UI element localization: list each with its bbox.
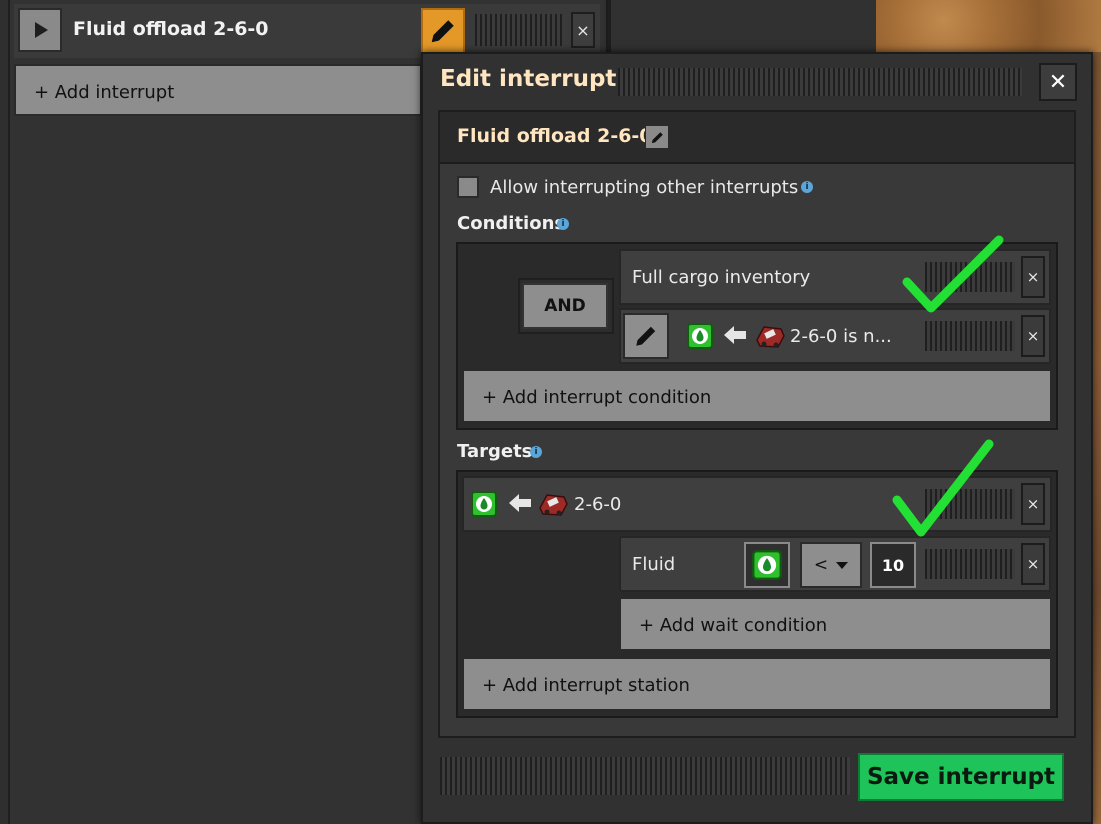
targets-heading: Targets <box>457 441 533 462</box>
fluid-tank-icon <box>752 550 782 580</box>
drag-handle[interactable] <box>925 262 1015 292</box>
add-interrupt-button[interactable]: + Add interrupt <box>14 64 422 116</box>
drag-handle[interactable] <box>925 489 1015 519</box>
arrow-left-icon <box>509 494 531 512</box>
play-icon <box>35 22 48 38</box>
play-button[interactable] <box>18 8 62 52</box>
drag-handle[interactable] <box>925 549 1015 579</box>
add-interrupt-condition-button[interactable]: + Add interrupt condition <box>462 369 1052 423</box>
allow-interrupting-checkbox[interactable] <box>457 176 479 198</box>
close-dialog-button[interactable]: ✕ <box>1039 63 1077 101</box>
drag-handle[interactable] <box>925 321 1015 351</box>
interrupt-row-title: Fluid offload 2-6-0 <box>73 18 269 40</box>
conditions-heading: Conditions <box>457 213 566 234</box>
save-interrupt-button[interactable]: Save interrupt <box>858 753 1064 801</box>
add-interrupt-station-button[interactable]: + Add interrupt station <box>462 657 1052 711</box>
edit-interrupt-button[interactable] <box>421 8 465 54</box>
comparator-dropdown[interactable]: < <box>800 542 862 588</box>
comparator-value: < <box>813 555 829 575</box>
drag-handle[interactable] <box>475 14 565 46</box>
fluid-tank-icon <box>471 491 497 517</box>
remove-condition-button[interactable]: × <box>1021 256 1045 298</box>
game-world-background <box>876 0 1101 52</box>
remove-interrupt-button[interactable]: × <box>571 12 595 48</box>
arrow-left-icon <box>724 326 746 344</box>
add-wait-condition-button[interactable]: + Add wait condition <box>619 597 1052 651</box>
edit-condition-button[interactable] <box>623 313 669 359</box>
pencil-icon <box>651 131 663 143</box>
panel-edge <box>608 0 876 52</box>
dialog-title: Edit interrupt <box>440 66 617 92</box>
wait-condition-label: Fluid <box>632 554 676 575</box>
pencil-icon <box>431 20 454 43</box>
constant-value-field[interactable]: 10 <box>870 542 916 588</box>
condition-label: 2-6-0 is n... <box>790 326 892 347</box>
fluid-signal-slot[interactable] <box>744 542 790 588</box>
info-icon[interactable]: i <box>530 446 542 458</box>
dialog-drag-handle[interactable] <box>618 68 1022 96</box>
target-station-label: 2-6-0 <box>574 494 622 515</box>
footer-drag-handle[interactable] <box>440 757 850 795</box>
info-icon[interactable]: i <box>557 218 569 230</box>
interrupt-name: Fluid offload 2-6-0 <box>457 125 653 147</box>
remove-condition-button[interactable]: × <box>1021 315 1045 357</box>
pencil-icon <box>636 326 656 346</box>
and-or-toggle-button[interactable]: AND <box>522 283 608 329</box>
chevron-down-icon <box>836 561 849 569</box>
remove-target-button[interactable]: × <box>1021 483 1045 525</box>
info-icon[interactable]: i <box>801 181 813 193</box>
allow-interrupting-label: Allow interrupting other interrupts <box>490 177 799 198</box>
fluid-tank-icon <box>687 323 713 349</box>
rename-button[interactable] <box>645 125 669 149</box>
condition-label: Full cargo inventory <box>632 267 811 288</box>
remove-wait-condition-button[interactable]: × <box>1021 543 1045 585</box>
locomotive-icon <box>539 494 568 516</box>
locomotive-icon <box>756 326 785 348</box>
